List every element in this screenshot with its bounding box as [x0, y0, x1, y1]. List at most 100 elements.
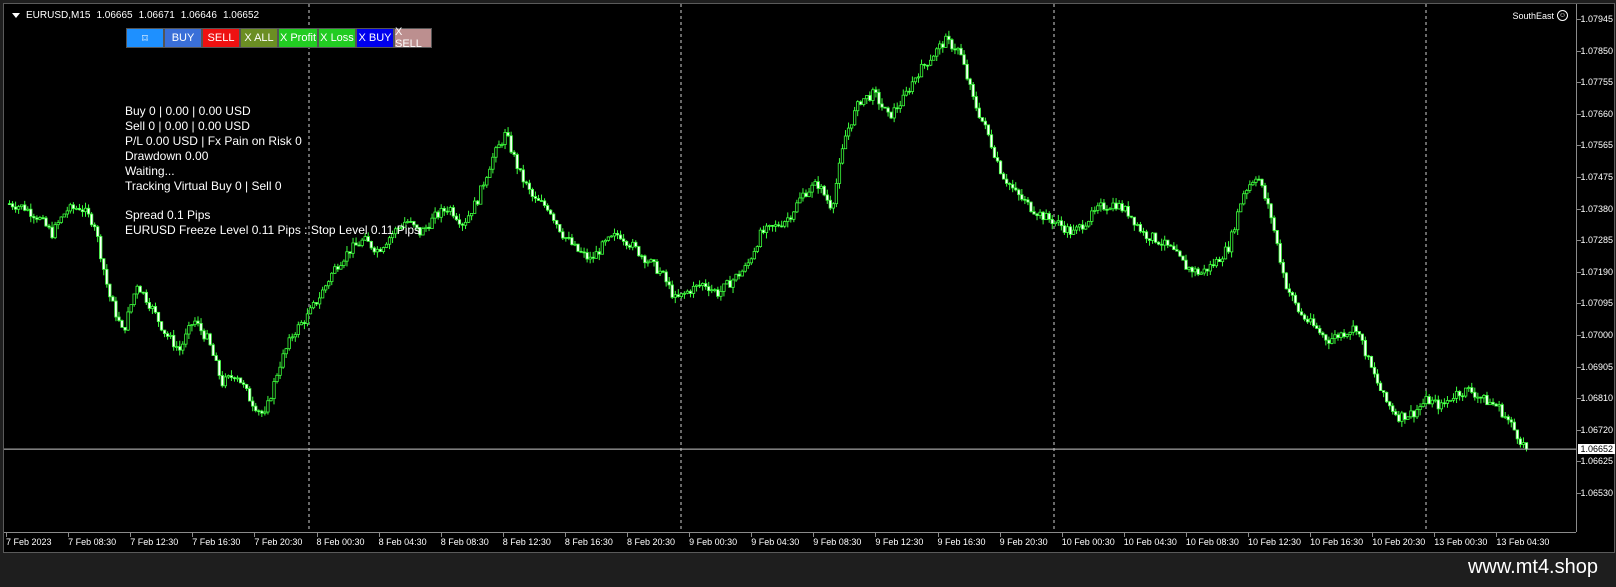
- candle-body: [436, 211, 440, 218]
- candle-body: [1363, 339, 1367, 357]
- time-label: 9 Feb 04:30: [751, 537, 800, 547]
- candle-body: [625, 240, 629, 246]
- candle-body: [1035, 213, 1039, 217]
- chart-mode-button[interactable]: ⌑: [126, 28, 164, 48]
- candle-body: [1290, 292, 1295, 296]
- candle-body: [974, 96, 978, 109]
- candle-body: [956, 47, 960, 51]
- candle-body: [1315, 325, 1319, 329]
- candle-body: [1147, 238, 1152, 241]
- candle-body: [433, 211, 437, 219]
- candle-body: [476, 200, 480, 205]
- candle-body: [1065, 226, 1070, 233]
- candle-body: [822, 185, 826, 196]
- candle-body: [1208, 264, 1212, 272]
- candle-body: [62, 213, 66, 218]
- candle-body: [1515, 429, 1519, 440]
- candle-body: [308, 307, 313, 315]
- candle-body: [929, 59, 933, 66]
- candle-body: [725, 280, 729, 285]
- candle-body: [1281, 261, 1285, 274]
- time-label: 7 Feb 08:30: [68, 537, 117, 547]
- candle-body: [932, 55, 936, 61]
- candle-body: [482, 184, 486, 187]
- candle-body: [439, 207, 443, 218]
- candle-body: [789, 217, 793, 220]
- buy-summary: Buy 0 | 0.00 | 0.00 USD: [125, 104, 251, 118]
- candle-body: [935, 48, 939, 57]
- candle-body: [1245, 190, 1249, 195]
- price-label: 1.06810: [1580, 393, 1613, 404]
- candle-body: [1193, 268, 1197, 273]
- candle-body: [1378, 382, 1383, 392]
- trade-button-bar: ⌑ BUY SELL X ALL X Profit X Loss X BUY X SELL: [126, 26, 432, 50]
- time-axis[interactable]: 7 Feb 2023 7 Feb 08:30 7 Feb 12:30 7 Feb 16…: [4, 532, 1576, 555]
- candle-body: [305, 313, 310, 325]
- candle-body: [26, 208, 30, 211]
- candle-body: [1199, 272, 1203, 275]
- candle-body: [10, 203, 15, 208]
- candle-body: [1081, 224, 1085, 230]
- candle-body: [749, 258, 753, 264]
- candle-body: [23, 204, 27, 211]
- candle-body: [1220, 258, 1225, 263]
- candle-body: [810, 184, 814, 193]
- candle-body: [1369, 355, 1374, 368]
- candle-body: [381, 247, 386, 253]
- candle-body: [360, 239, 364, 246]
- candle-body: [868, 95, 872, 101]
- candle-body: [561, 231, 565, 239]
- sell-button[interactable]: SELL: [202, 28, 240, 48]
- candle-body: [248, 388, 252, 402]
- buy-button[interactable]: BUY: [164, 28, 202, 48]
- candle-body: [1032, 211, 1036, 215]
- candle-body: [272, 381, 276, 400]
- price-axis[interactable]: 1.07945 1.07850 1.07755 1.07660 1.07565 1.074…: [1576, 4, 1616, 532]
- candle-body: [1087, 221, 1091, 227]
- candle-body: [564, 237, 568, 239]
- close-buy-button[interactable]: X BUY: [356, 28, 394, 48]
- candle-body: [716, 289, 720, 297]
- close-sell-button[interactable]: X SELL: [394, 26, 432, 50]
- price-plot[interactable]: [4, 4, 1576, 532]
- candle-body: [1448, 399, 1453, 402]
- candle-body: [1506, 416, 1510, 421]
- close-all-button[interactable]: X ALL: [240, 28, 278, 48]
- dropdown-triangle-icon[interactable]: [12, 13, 20, 18]
- candle-body: [102, 258, 106, 270]
- candle-body: [719, 290, 723, 297]
- candle-body: [1296, 302, 1301, 313]
- candle-body: [1269, 203, 1273, 219]
- close-loss-button[interactable]: X Loss: [318, 28, 356, 48]
- candle-body: [910, 81, 915, 92]
- candle-body: [767, 224, 772, 227]
- candle-body: [333, 266, 337, 274]
- close-profit-button[interactable]: X Profit: [278, 28, 318, 48]
- candle-body: [828, 199, 832, 209]
- price-label: 1.07285: [1580, 235, 1613, 246]
- candle-body: [1229, 231, 1234, 253]
- candle-body: [217, 360, 221, 376]
- candle-body: [585, 252, 589, 260]
- price-label: 1.06905: [1580, 361, 1613, 372]
- candle-body: [1144, 231, 1149, 240]
- candle-body: [132, 293, 136, 305]
- candle-body: [588, 256, 592, 260]
- candle-body: [746, 262, 750, 266]
- candle-body: [752, 251, 756, 260]
- candle-body: [311, 302, 316, 309]
- candle-body: [254, 405, 258, 412]
- candle-body: [846, 127, 851, 137]
- price-label: 1.06720: [1580, 424, 1613, 435]
- chart-window[interactable]: EURUSD,M15 1.06665 1.06671 1.06646 1.066…: [3, 3, 1615, 553]
- candle-body: [938, 43, 942, 50]
- candle-body: [175, 346, 179, 348]
- candle-body: [1372, 366, 1377, 375]
- candle-body: [372, 247, 376, 253]
- candle-body: [1400, 412, 1404, 422]
- candle-body: [278, 366, 282, 376]
- candle-body: [539, 200, 544, 202]
- high-price: 1.06671: [138, 10, 175, 21]
- candle-body: [640, 255, 644, 258]
- trade-info-panel: Buy 0 | 0.00 | 0.00 USD Sell 0 | 0.00 | …: [125, 104, 420, 238]
